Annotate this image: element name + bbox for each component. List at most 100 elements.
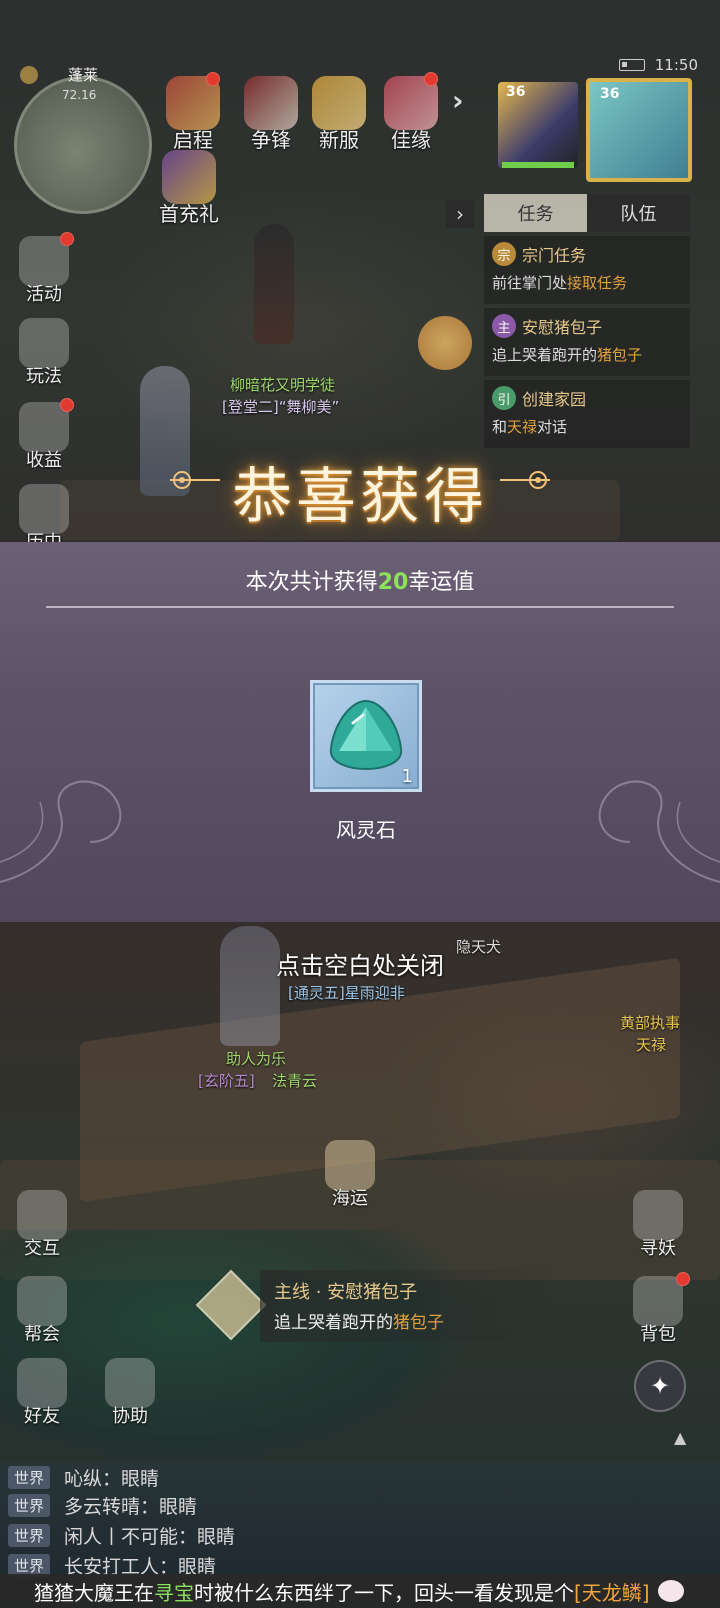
side-activity-button[interactable]: 活动 xyxy=(12,236,76,306)
side-gameplay-button[interactable]: 玩法 xyxy=(12,318,76,388)
friends-button[interactable]: 好友 xyxy=(10,1358,74,1428)
battery-icon xyxy=(618,59,645,71)
chat-text: 多云转晴：眼睛 xyxy=(64,1496,198,1518)
mainline-desc: 追上哭着跑开的 xyxy=(274,1313,393,1333)
tab-team[interactable]: 队伍 xyxy=(587,194,690,232)
task-title: 宗门任务 xyxy=(522,246,587,265)
notification-dot xyxy=(206,72,220,86)
bottom-label: 交互 xyxy=(24,1238,60,1259)
emoji-icon xyxy=(657,1580,684,1602)
summary-prefix: 本次共计获得 xyxy=(245,570,378,595)
task-title: 安慰猪包子 xyxy=(522,318,603,337)
clock: 11:50 xyxy=(654,56,698,74)
friend-icon xyxy=(17,1358,67,1408)
interact-button[interactable]: 交互 xyxy=(10,1190,74,1260)
notification-dot xyxy=(424,72,438,86)
notification-dot xyxy=(60,398,74,412)
collapse-tasks-chevron-icon[interactable]: › xyxy=(446,200,474,228)
guild-button[interactable]: 帮会 xyxy=(10,1276,74,1346)
ship-label: 海运 xyxy=(332,1188,368,1209)
player-level: 36 xyxy=(600,86,620,102)
npc-title: 柳暗花又明学徒 xyxy=(230,376,336,394)
task-badge: 引 xyxy=(492,386,516,410)
bottom-label: 寻妖 xyxy=(640,1238,676,1259)
reward-summary: 本次共计获得20幸运值 xyxy=(0,564,720,596)
book-icon xyxy=(19,318,69,368)
pet-avatar[interactable] xyxy=(418,316,472,370)
mainline-desc-highlight: 猪包子 xyxy=(393,1313,444,1333)
search-monster-icon xyxy=(633,1190,683,1240)
bottom-label: 协助 xyxy=(112,1406,148,1427)
task-desc-highlight: 接取任务 xyxy=(567,274,628,292)
banner-icon xyxy=(244,76,298,130)
npc-name: [登堂二]“舞柳美” xyxy=(222,398,340,416)
companion-level: 36 xyxy=(506,84,526,100)
reward-title: 恭喜获得 xyxy=(232,462,488,532)
scene-label: 天禄 xyxy=(636,1036,667,1054)
channel-badge: 世界 xyxy=(8,1466,51,1489)
shipping-button[interactable]: 海运 xyxy=(318,1140,382,1210)
task-item[interactable]: 宗宗门任务 前往掌门处接取任务 xyxy=(484,236,690,304)
tab-tasks[interactable]: 任务 xyxy=(484,194,587,232)
notification-dot xyxy=(60,232,74,246)
scene-label: [通灵五]星雨迎非 xyxy=(288,984,405,1002)
scene-label: 助人为乐 xyxy=(226,1050,287,1068)
scale-icon xyxy=(19,484,69,534)
map-name: 蓬莱 xyxy=(68,66,99,84)
reward-popup[interactable]: 本次共计获得20幸运值 1 风灵石 xyxy=(0,542,720,922)
top-icon-zhengfeng[interactable]: 争锋 xyxy=(236,76,306,153)
item-count: 1 xyxy=(401,766,413,787)
channel-badge: 世界 xyxy=(8,1524,51,1547)
task-desc: 追上哭着跑开的 xyxy=(492,346,598,364)
task-desc-highlight: 猪包子 xyxy=(597,346,643,364)
scene-label: 法青云 xyxy=(272,1072,318,1090)
task-panel: 任务 队伍 宗宗门任务 前往掌门处接取任务 主安慰猪包子 追上哭着跑开的猪包子 … xyxy=(484,194,690,448)
hand-icon xyxy=(17,1190,67,1240)
reward-item-slot[interactable]: 1 xyxy=(310,680,422,792)
backpack-button[interactable]: 背包 xyxy=(626,1276,690,1346)
top-icon-xinfu[interactable]: 新服 xyxy=(304,76,374,153)
skill-menu-icon[interactable]: ✦ xyxy=(634,1360,686,1412)
weather-icon[interactable] xyxy=(20,66,38,84)
task-item[interactable]: 主安慰猪包子 追上哭着跑开的猪包子 xyxy=(484,308,690,376)
mainline-title: 主线 · 安慰猪包子 xyxy=(274,1282,418,1303)
broadcast-item: [天龙鳞] xyxy=(574,1580,650,1605)
scene-label: 黄部执事 xyxy=(620,1014,681,1032)
side-earnings-button[interactable]: 收益 xyxy=(12,402,76,472)
map-coordinates: 72.16 xyxy=(62,88,97,102)
status-bar: 11:50 xyxy=(618,56,698,74)
bottom-label: 好友 xyxy=(24,1406,60,1427)
ship-icon xyxy=(325,1140,375,1190)
companion-hp-bar xyxy=(502,162,574,168)
bottom-label: 帮会 xyxy=(24,1324,60,1345)
chat-message: 世界 多云转晴：眼睛 xyxy=(8,1492,197,1519)
bottom-label: 背包 xyxy=(640,1324,676,1345)
task-desc: 前往掌门处 xyxy=(492,274,568,292)
task-title: 创建家园 xyxy=(522,390,587,409)
expand-chevron-icon[interactable]: › xyxy=(452,84,464,117)
notification-dot xyxy=(676,1272,690,1286)
close-hint[interactable]: 点击空白处关闭 xyxy=(0,946,720,981)
broadcast-text: 猹猹大魔王在 xyxy=(34,1580,154,1605)
chat-message: 世界 吣纵：眼睛 xyxy=(8,1464,159,1491)
recharge-gift-button[interactable]: 首充礼 xyxy=(150,150,228,227)
system-broadcast: 猹猹大魔王在 寻宝 时被什么东西绊了一下，回头一看发现是个 [天龙鳞] xyxy=(0,1574,720,1608)
summary-suffix: 幸运值 xyxy=(408,570,475,595)
find-monster-button[interactable]: 寻妖 xyxy=(626,1190,690,1260)
scene-label: [玄阶五] xyxy=(198,1072,255,1090)
channel-badge: 世界 xyxy=(8,1494,51,1517)
side-label: 玩法 xyxy=(26,366,62,387)
chat-panel[interactable]: 世界 吣纵：眼睛 世界 多云转晴：眼睛 世界 闲人丨不可能：眼睛 世界 长安打工人：眼睛 xyxy=(0,1462,720,1578)
broadcast-highlight: 寻宝 xyxy=(154,1580,194,1605)
top-icon-qicheng[interactable]: 启程 xyxy=(158,76,228,153)
chat-text: 闲人丨不可能：眼睛 xyxy=(64,1526,236,1548)
divider xyxy=(46,606,674,608)
cloud-ornament-icon xyxy=(598,780,720,883)
assist-button[interactable]: 协助 xyxy=(98,1358,162,1428)
chat-text: 吣纵：眼睛 xyxy=(64,1468,160,1490)
item-name: 风灵石 xyxy=(336,818,396,842)
mainline-quest-tracker[interactable]: 主线 · 安慰猪包子 追上哭着跑开的猪包子 xyxy=(260,1270,560,1342)
chat-expand-icon[interactable]: ▲ xyxy=(674,1428,686,1447)
side-label: 收益 xyxy=(26,450,62,471)
top-icon-jiayuan[interactable]: 佳缘 xyxy=(376,76,446,153)
